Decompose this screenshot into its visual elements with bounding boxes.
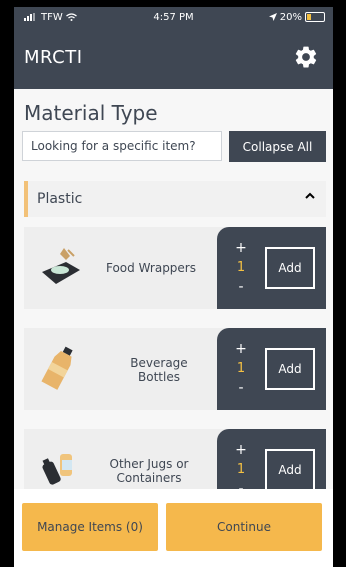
category-name: Plastic <box>37 191 83 207</box>
increment-button[interactable]: + <box>234 341 248 357</box>
quantity-stepper: + 1 - Add <box>217 227 326 309</box>
decrement-button[interactable]: - <box>234 380 248 396</box>
gear-icon[interactable] <box>293 44 319 70</box>
item-label: Food Wrappers <box>105 261 196 275</box>
footer-actions: Manage Items (0) Continue <box>14 489 333 567</box>
add-button[interactable]: Add <box>265 449 315 491</box>
quantity-stepper: + 1 - Add <box>217 328 326 410</box>
quantity-value: 1 <box>236 462 246 477</box>
collapse-all-button[interactable]: Collapse All <box>229 131 326 162</box>
increment-button[interactable]: + <box>234 442 248 458</box>
list-item: Food Wrappers + 1 - Add <box>24 227 326 309</box>
battery-percent: 20% <box>279 11 302 23</box>
search-input[interactable]: Looking for a specific item? <box>22 131 222 161</box>
decrement-button[interactable]: - <box>234 279 248 295</box>
item-label: Beverage Bottles <box>130 356 188 384</box>
list-item: Beverage Bottles + 1 - Add <box>24 328 326 410</box>
location-arrow-icon <box>268 13 277 21</box>
quantity-value: 1 <box>236 260 246 275</box>
jug-container-icon <box>42 454 72 485</box>
battery-group: 20% <box>268 11 325 23</box>
app-screen: TFW 4:57 PM 20% MRCTI Material Type Look… <box>14 7 333 567</box>
increment-button[interactable]: + <box>234 240 248 256</box>
page-title: Material Type <box>24 101 158 125</box>
chevron-up-icon <box>305 192 315 199</box>
add-button[interactable]: Add <box>265 348 315 390</box>
add-button[interactable]: Add <box>265 247 315 289</box>
category-header-plastic[interactable]: Plastic <box>24 181 326 217</box>
bottle-icon <box>41 346 73 390</box>
item-label: Other Jugs or Containers <box>109 457 189 485</box>
material-list[interactable]: Material Type Looking for a specific ite… <box>14 89 333 511</box>
quantity-value: 1 <box>236 361 246 376</box>
app-title: MRCTI <box>24 47 83 68</box>
manage-items-button[interactable]: Manage Items (0) <box>22 503 158 551</box>
status-bar: TFW 4:57 PM 20% <box>14 7 333 27</box>
food-wrapper-icon <box>42 248 80 284</box>
battery-icon <box>305 12 325 22</box>
app-header: MRCTI <box>14 27 333 89</box>
continue-button[interactable]: Continue <box>166 503 322 551</box>
